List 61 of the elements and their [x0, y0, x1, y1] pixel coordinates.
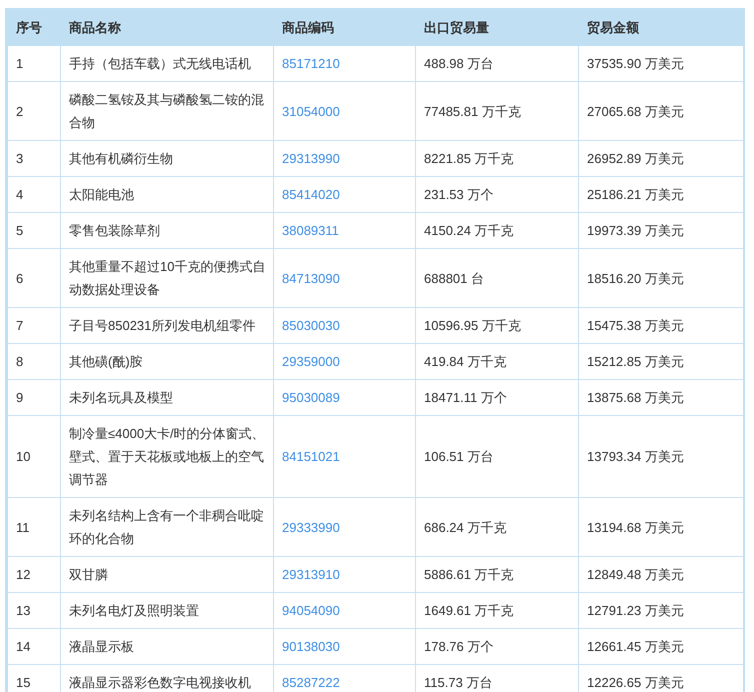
row-number: 11: [6, 498, 60, 556]
export-volume: 10596.95 万千克: [416, 308, 578, 344]
product-name: 其他磺(酰)胺: [60, 344, 274, 380]
product-code: 38089311: [274, 212, 416, 248]
product-name: 零售包装除草剂: [60, 212, 274, 248]
product-code: 29333990: [274, 498, 416, 556]
export-volume: 231.53 万个: [416, 176, 578, 212]
product-name: 其他重量不超过10千克的便携式自动数据处理设备: [60, 248, 274, 308]
export-volume: 688801 台: [416, 248, 578, 308]
export-volume: 77485.81 万千克: [416, 82, 578, 140]
export-volume: 686.24 万千克: [416, 498, 578, 556]
row-number: 12: [6, 556, 60, 592]
product-name: 子目号850231所列发电机组零件: [60, 308, 274, 344]
product-code: 29313910: [274, 556, 416, 592]
export-volume: 106.51 万台: [416, 416, 578, 498]
product-name: 未列名玩具及模型: [60, 380, 274, 416]
product-code: 29313990: [274, 140, 416, 176]
row-number: 10: [6, 416, 60, 498]
export-volume: 1649.61 万千克: [416, 592, 578, 628]
product-code: 90138030: [274, 628, 416, 664]
column-header: 序号: [6, 8, 60, 46]
export-volume: 488.98 万台: [416, 46, 578, 82]
export-volume: 4150.24 万千克: [416, 212, 578, 248]
export-volume: 419.84 万千克: [416, 344, 578, 380]
row-number: 4: [6, 176, 60, 212]
product-code: 85171210: [274, 46, 416, 82]
product-code: 94054090: [274, 592, 416, 628]
row-number: 6: [6, 248, 60, 308]
export-volume: 18471.11 万个: [416, 380, 578, 416]
product-name: 双甘膦: [60, 556, 274, 592]
product-code: 29359000: [274, 344, 416, 380]
product-name: 磷酸二氢铵及其与磷酸氢二铵的混合物: [60, 82, 274, 140]
product-code: 95030089: [274, 380, 416, 416]
row-number: 13: [6, 592, 60, 628]
product-code: 31054000: [274, 82, 416, 140]
product-code: 85414020: [274, 176, 416, 212]
row-number: 3: [6, 140, 60, 176]
export-volume: 5886.61 万千克: [416, 556, 578, 592]
column-header: 出口贸易量: [416, 8, 578, 46]
row-number: 5: [6, 212, 60, 248]
row-number: 2: [6, 82, 60, 140]
product-name: 制冷量≤4000大卡/时的分体窗式、壁式、置于天花板或地板上的空气调节器: [60, 416, 274, 498]
row-number: 7: [6, 308, 60, 344]
row-number: 1: [6, 46, 60, 82]
product-code: 84151021: [274, 416, 416, 498]
row-number: 8: [6, 344, 60, 380]
product-name: 液晶显示板: [60, 628, 274, 664]
row-number: 9: [6, 380, 60, 416]
product-name: 手持（包括车载）式无线电话机: [60, 46, 274, 82]
product-code: 85030030: [274, 308, 416, 344]
product-name: 未列名结构上含有一个非稠合吡啶环的化合物: [60, 498, 274, 556]
product-name: 其他有机磷衍生物: [60, 140, 274, 176]
product-name: 太阳能电池: [60, 176, 274, 212]
column-header: 贸易金额: [578, 8, 744, 46]
product-code: 84713090: [274, 248, 416, 308]
export-volume: 178.76 万个: [416, 628, 578, 664]
product-name: 未列名电灯及照明装置: [60, 592, 274, 628]
column-header: 商品编码: [274, 8, 416, 46]
column-header: 商品名称: [60, 8, 274, 46]
row-number: 14: [6, 628, 60, 664]
export-volume: 8221.85 万千克: [416, 140, 578, 176]
